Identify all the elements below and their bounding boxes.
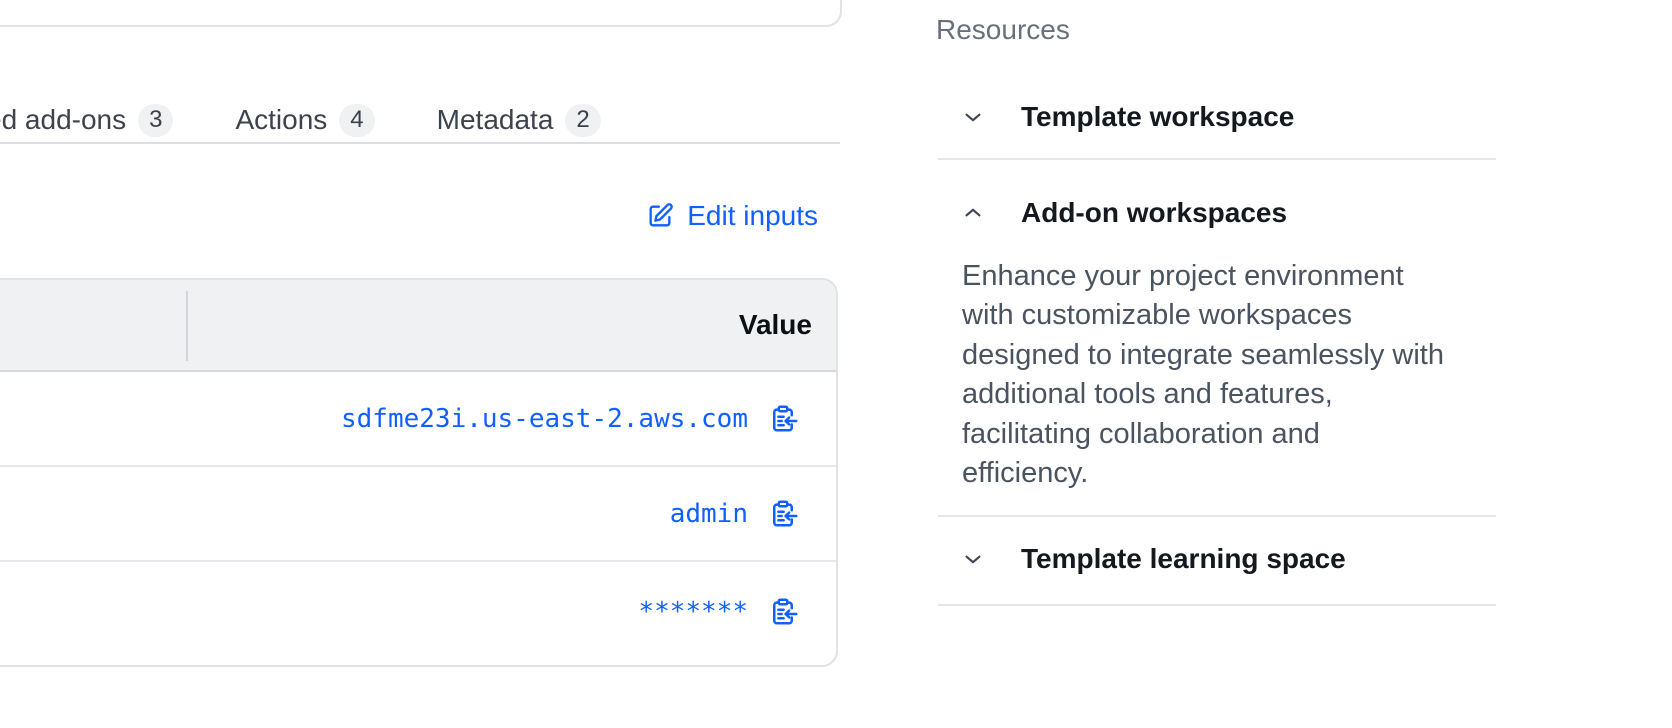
tab-metadata[interactable]: Metadata 2 [437,104,601,137]
description-line: efficiency. [962,454,1482,493]
copy-button[interactable] [768,499,798,529]
table-row: ******* [0,562,836,661]
row-value-password-masked: ******* [638,597,748,627]
tab-add-ons-label: ed add-ons [0,104,126,136]
tab-actions[interactable]: Actions 4 [235,104,374,137]
accordion-template-workspace[interactable]: Template workspace [962,101,1294,133]
upper-card-edge [0,0,842,27]
resources-heading: Resources [936,14,1070,46]
tab-add-ons-count-badge: 3 [138,104,173,137]
description-line: additional tools and features, [962,375,1482,414]
row-value-hostname: sdfme23i.us-east-2.aws.com [341,404,748,434]
description-line: facilitating collaboration and [962,415,1482,454]
screen: ed add-ons 3 Actions 4 Metadata 2 Edit i… [0,0,1672,728]
accordion-title: Add-on workspaces [1021,197,1287,229]
tab-bar: ed add-ons 3 Actions 4 Metadata 2 [0,97,601,143]
section-divider [938,158,1496,160]
clipboard-copy-icon [768,597,798,627]
clipboard-copy-icon [768,404,798,434]
edit-inputs-button[interactable]: Edit inputs [646,200,818,232]
accordion-title: Template workspace [1021,101,1294,133]
accordion-add-on-workspaces[interactable]: Add-on workspaces [962,197,1287,229]
tab-bar-divider [0,142,840,144]
add-on-workspaces-description: Enhance your project environment with cu… [962,257,1482,493]
table-header-row: Value [0,280,836,372]
description-line: Enhance your project environment [962,257,1482,296]
chevron-up-icon [962,202,984,224]
table-row: sdfme23i.us-east-2.aws.com [0,372,836,467]
clipboard-copy-icon [768,499,798,529]
tab-metadata-label: Metadata [437,104,554,136]
value-column-header: Value [739,309,812,341]
inputs-table: Value sdfme23i.us-east-2.aws.com admin [0,278,838,667]
edit-inputs-row: Edit inputs [0,200,838,232]
section-divider [938,515,1496,517]
description-line: designed to integrate seamlessly with [962,336,1482,375]
row-value-username: admin [670,499,748,529]
section-divider [938,604,1496,606]
description-line: with customizable workspaces [962,296,1482,335]
tab-actions-label: Actions [235,104,327,136]
chevron-down-icon [962,106,984,128]
tab-add-ons[interactable]: ed add-ons 3 [0,104,173,137]
accordion-title: Template learning space [1021,543,1346,575]
copy-button[interactable] [768,404,798,434]
tab-metadata-count-badge: 2 [565,104,600,137]
chevron-down-icon [962,548,984,570]
table-row: admin [0,467,836,562]
header-column-divider [186,291,188,361]
copy-button[interactable] [768,597,798,627]
edit-inputs-label: Edit inputs [687,200,818,232]
resources-panel: Resources Template workspace Add-on work… [936,0,1498,728]
accordion-template-learning-space[interactable]: Template learning space [962,543,1346,575]
tab-actions-count-badge: 4 [339,104,374,137]
edit-pencil-icon [646,202,674,230]
